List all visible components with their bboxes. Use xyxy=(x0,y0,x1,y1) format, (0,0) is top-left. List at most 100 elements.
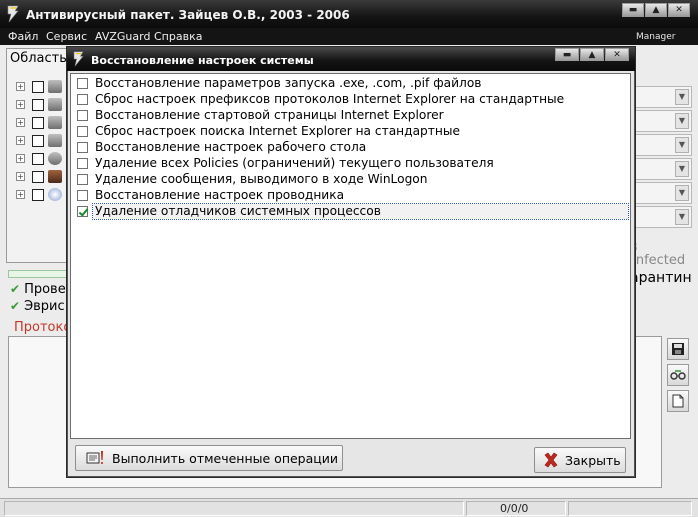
operation-item[interactable]: Восстановление стартовой страницы Intern… xyxy=(75,108,628,123)
operation-label[interactable]: Сброс настроек поиска Internet Explorer … xyxy=(93,124,462,139)
chevron-down-icon[interactable]: ▼ xyxy=(675,161,689,177)
user-folder-icon xyxy=(48,170,62,183)
restore-settings-dialog: Восстановление настроек системы ▬ ▲ ✕ Во… xyxy=(66,46,636,478)
close-window-button[interactable]: ✕ xyxy=(605,48,629,61)
avz-app-icon xyxy=(7,5,19,23)
menu-service[interactable]: Сервис xyxy=(46,30,87,43)
status-bar: 0/0/0 xyxy=(0,498,698,517)
drive-tree-item[interactable]: + xyxy=(16,116,72,130)
operation-label[interactable]: Восстановление настроек рабочего стола xyxy=(93,140,368,155)
menu-file[interactable]: Файл xyxy=(8,30,38,43)
drive-checkbox[interactable] xyxy=(32,171,44,183)
expand-icon[interactable]: + xyxy=(16,190,25,199)
menu-avzguard[interactable]: AVZGuard xyxy=(95,30,150,43)
drive-tree-item[interactable]: + xyxy=(16,80,72,94)
operation-item[interactable]: Восстановление настроек рабочего стола xyxy=(75,140,628,155)
dialog-titlebar[interactable]: Восстановление настроек системы ▬ ▲ ✕ xyxy=(67,47,635,71)
maximize-button[interactable]: ▲ xyxy=(645,3,667,17)
menu-bar: Файл Сервис AVZGuard Справка xyxy=(0,28,698,45)
avz-app-icon xyxy=(73,51,84,67)
quarantine-button-label[interactable]: арантин xyxy=(630,270,692,286)
chevron-down-icon[interactable]: ▼ xyxy=(675,185,689,201)
operation-checkbox-checked[interactable] xyxy=(77,206,88,217)
minimize-button[interactable]: ▬ xyxy=(555,48,579,61)
operation-label[interactable]: Удаление отладчиков системных процессов xyxy=(92,203,629,220)
dialog-window-controls: ▬ ▲ ✕ xyxy=(554,48,629,61)
operation-checkbox[interactable] xyxy=(77,158,88,169)
chevron-down-icon[interactable]: ▼ xyxy=(675,89,689,105)
expand-icon[interactable]: + xyxy=(16,118,25,127)
operation-item[interactable]: Удаление всех Policies (ограничений) тек… xyxy=(75,156,628,171)
operation-checkbox[interactable] xyxy=(77,174,88,185)
maximize-button[interactable]: ▲ xyxy=(580,48,604,61)
operation-checkbox[interactable] xyxy=(77,78,88,89)
main-titlebar[interactable]: Антивирусный пакет. Зайцев О.В., 2003 - … xyxy=(0,0,698,28)
operations-list[interactable]: Восстановление параметров запуска .exe, … xyxy=(70,73,631,439)
menu-help[interactable]: Справка xyxy=(154,30,202,43)
expand-icon[interactable]: + xyxy=(16,100,25,109)
drive-checkbox[interactable] xyxy=(32,99,44,111)
operation-item[interactable]: Восстановление параметров запуска .exe, … xyxy=(75,76,628,91)
floppy-icon xyxy=(672,343,684,355)
operation-item-selected[interactable]: Удаление отладчиков системных процессов xyxy=(75,203,629,220)
drive-checkbox[interactable] xyxy=(32,135,44,147)
operation-checkbox[interactable] xyxy=(77,94,88,105)
find-button[interactable] xyxy=(667,364,689,386)
close-button-label: Закрыть xyxy=(565,452,621,468)
close-button[interactable]: Закрыть xyxy=(534,447,626,473)
expand-icon[interactable]: + xyxy=(16,154,25,163)
operation-item[interactable]: Восстановление настроек проводника xyxy=(75,188,628,203)
stat-checked: ✔ Прове xyxy=(10,282,66,297)
operation-checkbox[interactable] xyxy=(77,110,88,121)
operation-label[interactable]: Сброс настроек префиксов протоколов Inte… xyxy=(93,92,566,107)
expand-icon[interactable]: + xyxy=(16,172,25,181)
operation-checkbox[interactable] xyxy=(77,190,88,201)
network-icon xyxy=(48,188,62,201)
drive-checkbox[interactable] xyxy=(32,117,44,129)
drive-checkbox[interactable] xyxy=(32,189,44,201)
cdrom-icon xyxy=(48,152,62,165)
document-icon xyxy=(672,394,684,408)
infected-label: Infected xyxy=(632,253,686,268)
ghost-caption: Manager xyxy=(636,32,676,42)
drive-checkbox[interactable] xyxy=(32,81,44,93)
save-log-button[interactable] xyxy=(667,338,689,360)
drive-tree-item[interactable]: + xyxy=(16,170,72,184)
tab-scan-area[interactable]: Область xyxy=(10,51,67,66)
close-window-button[interactable]: ✕ xyxy=(668,3,690,17)
status-cell xyxy=(4,501,464,516)
drive-tree-item[interactable]: + xyxy=(16,152,72,166)
drive-checkbox[interactable] xyxy=(32,153,44,165)
main-window-title: Антивирусный пакет. Зайцев О.В., 2003 - … xyxy=(26,8,350,22)
operation-label[interactable]: Восстановление настроек проводника xyxy=(93,188,346,203)
drive-tree-item[interactable]: + xyxy=(16,98,72,112)
scan-progress-bar xyxy=(8,270,72,278)
minimize-button[interactable]: ▬ xyxy=(622,3,644,17)
operation-item[interactable]: Сброс настроек поиска Internet Explorer … xyxy=(75,124,628,139)
chevron-down-icon[interactable]: ▼ xyxy=(675,209,689,225)
chevron-down-icon[interactable]: ▼ xyxy=(675,113,689,129)
operation-label[interactable]: Удаление всех Policies (ограничений) тек… xyxy=(93,156,496,171)
drive-tree-item[interactable]: + xyxy=(16,134,72,148)
operation-item[interactable]: Сброс настроек префиксов протоколов Inte… xyxy=(75,92,628,107)
drive-icon xyxy=(48,116,62,129)
close-icon xyxy=(544,452,558,468)
drive-icon xyxy=(48,80,62,93)
operation-item[interactable]: Удаление сообщения, выводимого в ходе Wi… xyxy=(75,172,628,187)
clear-log-button[interactable] xyxy=(667,390,689,412)
stat-heuristic: ✔ Эврис xyxy=(10,299,65,314)
run-selected-operations-button[interactable]: Выполнить отмеченные операции xyxy=(75,445,343,471)
operation-label[interactable]: Восстановление параметров запуска .exe, … xyxy=(93,76,483,91)
operation-label[interactable]: Восстановление стартовой страницы Intern… xyxy=(93,108,446,123)
expand-icon[interactable]: + xyxy=(16,82,25,91)
drive-tree-item[interactable]: + xyxy=(16,188,72,202)
operation-checkbox[interactable] xyxy=(77,142,88,153)
status-counter: 0/0/0 xyxy=(500,502,529,515)
run-button-label: Выполнить отмеченные операции xyxy=(112,450,339,466)
drive-icon xyxy=(48,98,62,111)
operation-label[interactable]: Удаление сообщения, выводимого в ходе Wi… xyxy=(93,172,430,187)
protocol-label: Протоко xyxy=(14,320,72,335)
operation-checkbox[interactable] xyxy=(77,126,88,137)
chevron-down-icon[interactable]: ▼ xyxy=(675,137,689,153)
expand-icon[interactable]: + xyxy=(16,136,25,145)
